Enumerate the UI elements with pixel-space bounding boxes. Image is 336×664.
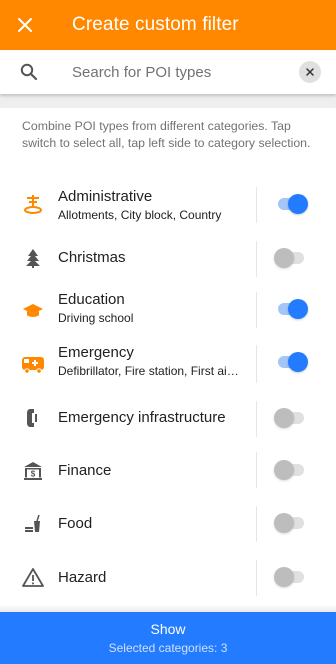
category-name: Christmas <box>58 249 126 266</box>
clear-icon <box>306 68 314 76</box>
category-name: Emergency infrastructure <box>58 409 226 426</box>
search-bar <box>0 50 336 94</box>
selected-count-label: Selected categories: 3 <box>108 641 228 655</box>
category-row[interactable]: Hazard <box>0 551 336 605</box>
category-row[interactable]: Emergency Defibrillator, Fire station, F… <box>0 337 336 391</box>
category-row[interactable]: Administrative Allotments, City block, C… <box>0 177 336 233</box>
category-name: Finance <box>58 462 112 479</box>
row-divider <box>256 506 257 542</box>
show-button-label: Show <box>150 621 186 637</box>
category-name: Administrative <box>58 188 153 205</box>
row-divider <box>256 241 257 277</box>
category-toggle[interactable] <box>274 512 308 534</box>
category-name: Hazard <box>58 569 107 586</box>
section-spacer <box>0 94 336 108</box>
category-toggle[interactable] <box>274 193 308 215</box>
category-toggle[interactable] <box>274 298 308 320</box>
christmas-tree-icon <box>20 245 46 271</box>
row-divider <box>256 452 257 488</box>
show-button[interactable]: Show Selected categories: 3 <box>0 612 336 664</box>
category-subtitle: Defibrillator, Fire station, First ai… <box>58 364 239 378</box>
row-divider <box>256 560 257 596</box>
row-divider <box>256 345 257 383</box>
search-icon <box>20 63 50 81</box>
category-toggle[interactable] <box>274 351 308 373</box>
category-name: Food <box>58 515 93 532</box>
emergency-phone-icon <box>20 405 46 431</box>
category-row[interactable]: Food <box>0 497 336 551</box>
svg-text:$: $ <box>31 470 36 479</box>
category-row[interactable]: Christmas <box>0 233 336 284</box>
category-subtitle: Driving school <box>58 311 134 325</box>
food-icon <box>20 511 46 537</box>
category-name: Education <box>58 291 125 308</box>
toggle-thumb <box>288 299 308 319</box>
category-toggle[interactable] <box>274 459 308 481</box>
toggle-thumb <box>274 248 294 268</box>
description-text: Combine POI types from different categor… <box>22 119 311 150</box>
administrative-icon <box>20 191 46 217</box>
category-toggle[interactable] <box>274 247 308 269</box>
finance-icon: $ <box>20 458 46 484</box>
toggle-thumb <box>274 460 294 480</box>
toggle-thumb <box>288 194 308 214</box>
category-name: Emergency <box>58 344 134 361</box>
category-row[interactable]: $ Finance <box>0 444 336 497</box>
clear-search-button[interactable] <box>299 61 321 83</box>
category-list: Administrative Allotments, City block, C… <box>0 177 336 605</box>
row-divider <box>256 401 257 437</box>
search-input[interactable] <box>72 63 282 81</box>
category-subtitle: Allotments, City block, Country <box>58 208 222 222</box>
page-title: Create custom filter <box>72 14 239 35</box>
bottom-bar-shadow <box>0 604 336 612</box>
toggle-thumb <box>274 513 294 533</box>
category-row[interactable]: Emergency infrastructure <box>0 391 336 444</box>
education-icon <box>20 298 46 324</box>
category-row[interactable]: Education Driving school <box>0 284 336 337</box>
toggle-thumb <box>274 567 294 587</box>
category-toggle[interactable] <box>274 407 308 429</box>
hazard-icon <box>20 565 46 591</box>
row-divider <box>256 292 257 328</box>
toggle-thumb <box>274 408 294 428</box>
close-icon <box>18 18 32 32</box>
close-button[interactable] <box>0 0 50 50</box>
toggle-thumb <box>288 352 308 372</box>
row-divider <box>256 187 257 223</box>
category-toggle[interactable] <box>274 566 308 588</box>
app-bar: Create custom filter <box>0 0 336 50</box>
emergency-icon <box>20 351 46 377</box>
